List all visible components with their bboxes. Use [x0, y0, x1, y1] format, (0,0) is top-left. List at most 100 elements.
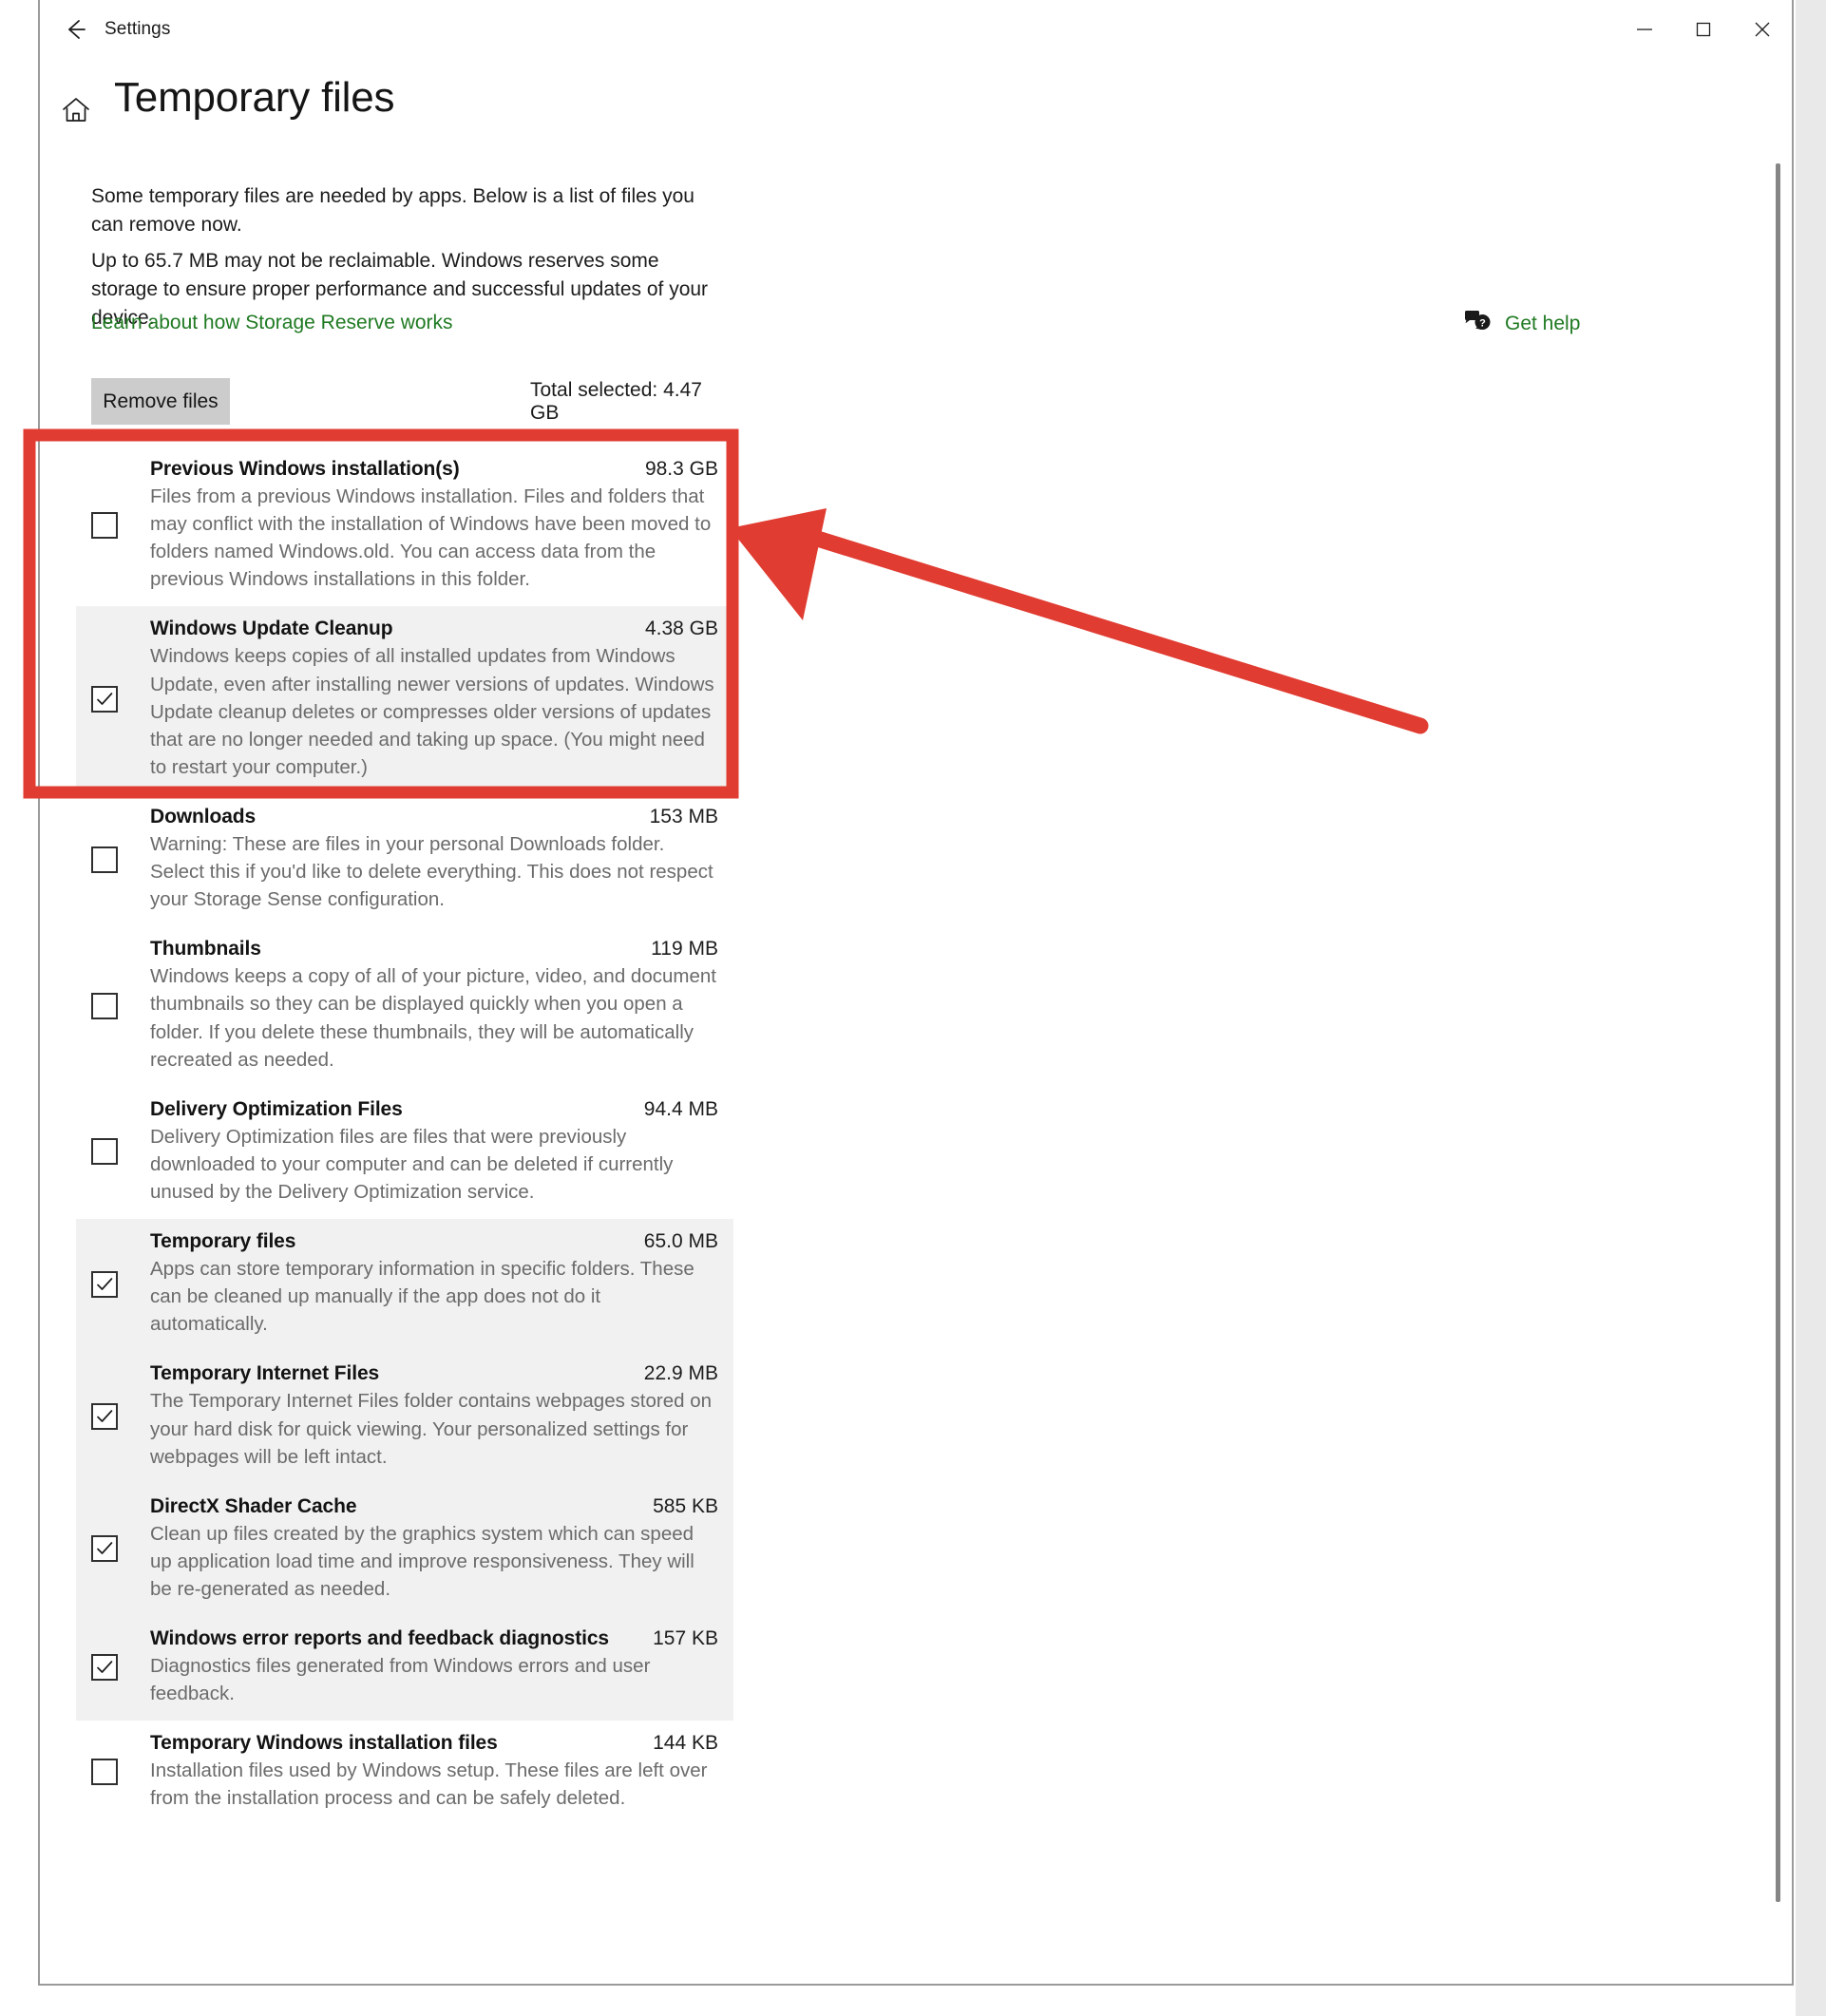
- file-category-header: Windows error reports and feedback diagn…: [150, 1627, 718, 1650]
- file-category-description: Warning: These are files in your persona…: [150, 832, 713, 911]
- file-category-description: Windows keeps copies of all installed up…: [150, 645, 714, 778]
- intro-paragraph-1: Some temporary files are needed by apps.…: [91, 185, 694, 236]
- file-category-name: Windows Update Cleanup: [150, 618, 393, 640]
- file-category-header: Downloads 153 MB: [150, 806, 718, 828]
- file-category-size: 98.3 GB: [644, 458, 718, 480]
- title-bar: Settings: [40, 0, 1792, 59]
- checkbox-cell: [91, 806, 150, 913]
- file-category-size: 153 MB: [649, 805, 718, 827]
- file-category-description: Files from a previous Windows installati…: [150, 485, 712, 591]
- file-category-header: DirectX Shader Cache 585 KB: [150, 1495, 718, 1518]
- file-category-header: Thumbnails 119 MB: [150, 938, 718, 960]
- file-category-body: Temporary Internet Files 22.9 MB The Tempo…: [150, 1362, 718, 1470]
- file-category-name: Previous Windows installation(s): [150, 458, 460, 480]
- file-category-row[interactable]: Windows error reports and feedback diagn…: [76, 1616, 733, 1721]
- file-category-name: Temporary files: [150, 1230, 296, 1253]
- checkbox-cell: [91, 1362, 150, 1470]
- file-category-row[interactable]: Temporary Windows installation files 144 …: [76, 1721, 733, 1826]
- file-category-body: Thumbnails 119 MB Windows keeps a copy of …: [150, 938, 718, 1073]
- checkbox-unchecked[interactable]: [91, 992, 118, 1019]
- file-category-name: DirectX Shader Cache: [150, 1494, 357, 1517]
- window-title-label: Settings: [105, 19, 171, 39]
- file-category-description: Delivery Optimization files are files th…: [150, 1125, 674, 1203]
- checkbox-cell: [91, 458, 150, 593]
- file-category-body: Temporary files 65.0 MB Apps can store tem…: [150, 1230, 718, 1338]
- checkbox-unchecked[interactable]: [91, 512, 118, 540]
- scrollbar-thumb[interactable]: [1776, 163, 1780, 1902]
- page-header: Temporary files: [40, 65, 1792, 150]
- minimize-icon[interactable]: [1615, 0, 1674, 59]
- file-category-header: Previous Windows installation(s) 98.3 GB: [150, 458, 718, 481]
- file-category-size: 144 KB: [653, 1732, 718, 1755]
- window-controls: [1615, 0, 1792, 59]
- file-category-description: Diagnostics files generated from Windows…: [150, 1655, 651, 1705]
- checkbox-cell: [91, 938, 150, 1073]
- total-selected-label: Total selected: 4.47 GB: [530, 378, 702, 424]
- checkbox-checked[interactable]: [91, 1403, 118, 1431]
- file-category-size: 22.9 MB: [643, 1362, 718, 1385]
- file-category-description: Windows keeps a copy of all of your pict…: [150, 965, 716, 1071]
- home-icon[interactable]: [49, 84, 103, 137]
- file-category-row[interactable]: DirectX Shader Cache 585 KB Clean up files…: [76, 1483, 733, 1617]
- checkbox-checked[interactable]: [91, 686, 118, 713]
- file-category-row[interactable]: Windows Update Cleanup 4.38 GB Windows kee…: [76, 606, 733, 794]
- file-category-row[interactable]: Temporary Internet Files 22.9 MB The Tempo…: [76, 1351, 733, 1484]
- screenshot-root: Settings Temporary files Some temporary …: [0, 0, 1826, 2016]
- file-category-size: 94.4 MB: [643, 1097, 718, 1120]
- file-category-size: 585 KB: [653, 1494, 718, 1517]
- file-category-description: The Temporary Internet Files folder cont…: [150, 1390, 713, 1468]
- help-chat-bubble-icon: ?: [1463, 309, 1492, 338]
- file-category-body: Downloads 153 MB Warning: These are files …: [150, 806, 718, 913]
- file-category-description: Apps can store temporary information in …: [150, 1258, 694, 1336]
- file-category-body: Windows Update Cleanup 4.38 GB Windows kee…: [150, 618, 718, 781]
- file-category-header: Windows Update Cleanup 4.38 GB: [150, 618, 718, 640]
- file-category-body: Previous Windows installation(s) 98.3 GB F…: [150, 458, 718, 593]
- checkbox-unchecked[interactable]: [91, 1759, 118, 1786]
- checkbox-checked[interactable]: [91, 1654, 118, 1682]
- temporary-files-list: Previous Windows installation(s) 98.3 GB F…: [76, 447, 733, 1826]
- file-category-row[interactable]: Thumbnails 119 MB Windows keeps a copy of …: [76, 926, 733, 1087]
- back-arrow-icon[interactable]: [51, 5, 101, 54]
- file-category-name: Windows error reports and feedback diagn…: [150, 1627, 609, 1650]
- file-category-size: 4.38 GB: [644, 618, 718, 640]
- file-category-description: Clean up files created by the graphics s…: [150, 1522, 694, 1600]
- storage-reserve-link[interactable]: Learn about how Storage Reserve works: [91, 312, 453, 334]
- file-category-size: 157 KB: [653, 1627, 718, 1650]
- checkbox-cell: [91, 1495, 150, 1603]
- maximize-icon[interactable]: [1674, 0, 1733, 59]
- file-category-name: Delivery Optimization Files: [150, 1097, 403, 1120]
- file-category-size: 119 MB: [651, 938, 718, 960]
- settings-window: Settings Temporary files Some temporary …: [38, 0, 1794, 1986]
- file-category-header: Delivery Optimization Files 94.4 MB: [150, 1098, 718, 1121]
- file-category-body: DirectX Shader Cache 585 KB Clean up files…: [150, 1495, 718, 1603]
- svg-text:?: ?: [1479, 317, 1486, 329]
- checkbox-unchecked[interactable]: [91, 846, 118, 873]
- file-category-row[interactable]: Downloads 153 MB Warning: These are files …: [76, 793, 733, 927]
- page-title: Temporary files: [114, 74, 395, 121]
- file-category-name: Thumbnails: [150, 938, 261, 960]
- file-category-name: Temporary Internet Files: [150, 1362, 380, 1385]
- close-icon[interactable]: [1733, 0, 1792, 59]
- file-category-header: Temporary files 65.0 MB: [150, 1230, 718, 1253]
- file-category-row[interactable]: Delivery Optimization Files 94.4 MB Delive…: [76, 1086, 733, 1220]
- file-category-row[interactable]: Temporary files 65.0 MB Apps can store tem…: [76, 1219, 733, 1352]
- checkbox-cell: [91, 1627, 150, 1707]
- file-category-body: Windows error reports and feedback diagn…: [150, 1627, 718, 1707]
- get-help-label: Get help: [1505, 312, 1581, 334]
- file-category-size: 65.0 MB: [643, 1230, 718, 1253]
- checkbox-cell: [91, 618, 150, 781]
- checkbox-cell: [91, 1732, 150, 1812]
- remove-files-button[interactable]: Remove files: [91, 378, 230, 425]
- checkbox-unchecked[interactable]: [91, 1138, 118, 1166]
- file-category-header: Temporary Internet Files 22.9 MB: [150, 1362, 718, 1385]
- file-category-name: Temporary Windows installation files: [150, 1732, 498, 1755]
- vertical-scrollbar[interactable]: [1767, 59, 1790, 1982]
- file-category-row[interactable]: Previous Windows installation(s) 98.3 GB F…: [76, 447, 733, 607]
- file-category-body: Temporary Windows installation files 144 …: [150, 1732, 718, 1812]
- get-help-link[interactable]: ? Get help: [1463, 309, 1580, 338]
- checkbox-checked[interactable]: [91, 1535, 118, 1563]
- file-category-description: Installation files used by Windows setup…: [150, 1759, 708, 1810]
- checkbox-cell: [91, 1230, 150, 1338]
- file-category-body: Delivery Optimization Files 94.4 MB Delive…: [150, 1098, 718, 1206]
- checkbox-checked[interactable]: [91, 1270, 118, 1298]
